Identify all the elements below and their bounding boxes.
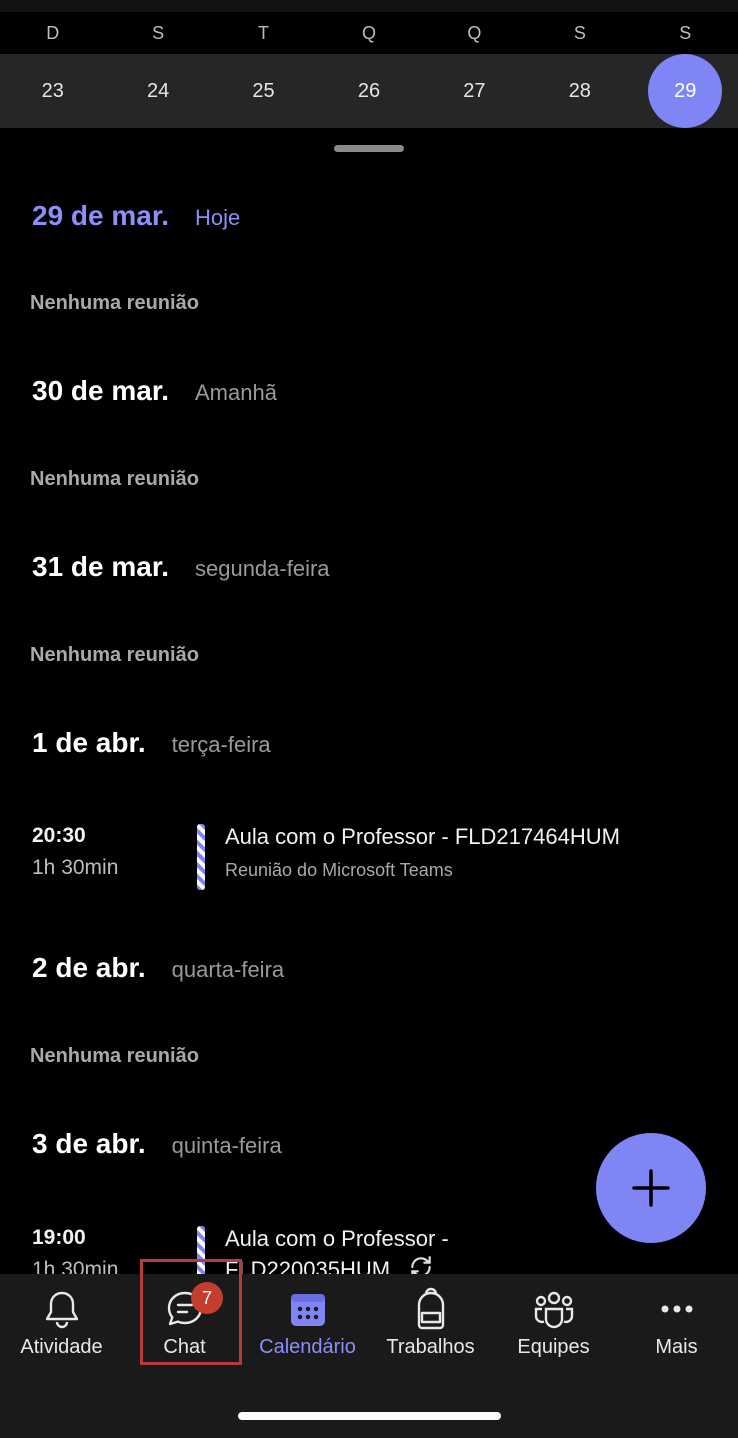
no-meetings-text: Nenhuma reunião bbox=[30, 292, 199, 314]
weekday-mon: S bbox=[152, 23, 165, 43]
day-label: segunda-feira bbox=[194, 556, 330, 581]
day-label: terça-feira bbox=[171, 732, 271, 757]
meeting-subtitle: Reunião do Microsoft Teams bbox=[225, 860, 453, 880]
day-date: 31 de mar. bbox=[32, 551, 169, 582]
day-date: 29 de mar. bbox=[32, 200, 169, 231]
chat-highlight-box bbox=[140, 1259, 242, 1365]
nav-item-equipes[interactable]: Equipes bbox=[492, 1274, 615, 1374]
no-meetings-text: Nenhuma reunião bbox=[30, 468, 199, 490]
meeting-color-bar bbox=[197, 824, 205, 890]
more-icon bbox=[656, 1288, 698, 1330]
agenda-list: 29 de mar. Hoje Nenhuma reunião 30 de ma… bbox=[0, 160, 738, 1274]
day-label: Hoje bbox=[194, 205, 241, 230]
weekday-sun: D bbox=[46, 23, 60, 43]
meeting-item[interactable]: 19:00 1h 30min Aula com o Professor - FL… bbox=[32, 1226, 712, 1274]
nav-label: Atividade bbox=[20, 1336, 103, 1358]
weekday-sat: S bbox=[679, 23, 692, 43]
day-header: 30 de mar. Amanhã bbox=[32, 375, 712, 407]
date-cell-selected[interactable]: 29 bbox=[633, 54, 738, 128]
calendar-screen: D S T Q Q S S 23 24 25 26 27 28 29 29 de… bbox=[0, 0, 738, 1438]
meeting-item[interactable]: 20:30 1h 30min Aula com o Professor - FL… bbox=[32, 824, 712, 904]
date-number[interactable]: 25 bbox=[227, 54, 301, 128]
day-label: Amanhã bbox=[194, 380, 277, 405]
date-number[interactable]: 28 bbox=[543, 54, 617, 128]
week-strip: D S T Q Q S S 23 24 25 26 27 28 29 bbox=[0, 0, 738, 128]
date-cell[interactable]: 23 bbox=[0, 54, 105, 128]
no-meetings-text: Nenhuma reunião bbox=[30, 644, 199, 666]
day-label: quinta-feira bbox=[171, 1133, 282, 1158]
day-date: 3 de abr. bbox=[32, 1128, 146, 1159]
selected-date[interactable]: 29 bbox=[648, 54, 723, 128]
date-number[interactable]: 23 bbox=[16, 54, 90, 128]
date-cell[interactable]: 26 bbox=[316, 54, 421, 128]
date-number[interactable]: 26 bbox=[332, 54, 406, 128]
nav-item-trabalhos[interactable]: Trabalhos bbox=[369, 1274, 492, 1374]
nav-item-atividade[interactable]: Atividade bbox=[0, 1274, 123, 1374]
date-row: 23 24 25 26 27 28 29 bbox=[0, 54, 738, 128]
nav-label: Mais bbox=[655, 1336, 698, 1358]
date-cell[interactable]: 25 bbox=[211, 54, 316, 128]
meeting-title: Aula com o Professor - bbox=[225, 1226, 449, 1251]
teams-icon bbox=[533, 1288, 575, 1330]
day-header-today: 29 de mar. Hoje bbox=[32, 200, 712, 232]
date-cell[interactable]: 28 bbox=[527, 54, 632, 128]
backpack-icon bbox=[410, 1287, 452, 1330]
day-header: 1 de abr. terça-feira bbox=[32, 727, 712, 759]
nav-label: Trabalhos bbox=[386, 1336, 475, 1358]
home-indicator[interactable] bbox=[238, 1412, 501, 1420]
day-date: 30 de mar. bbox=[32, 375, 169, 406]
nav-label: Calendário bbox=[259, 1336, 356, 1358]
day-date: 2 de abr. bbox=[32, 952, 146, 983]
day-header: 31 de mar. segunda-feira bbox=[32, 551, 712, 583]
date-number[interactable]: 27 bbox=[437, 54, 511, 128]
date-cell[interactable]: 24 bbox=[105, 54, 210, 128]
day-date: 1 de abr. bbox=[32, 727, 146, 758]
meeting-duration: 1h 30min bbox=[32, 856, 119, 879]
nav-label: Equipes bbox=[517, 1336, 590, 1358]
nav-item-mais[interactable]: Mais bbox=[615, 1274, 738, 1374]
nav-item-calendario[interactable]: Calendário bbox=[246, 1274, 369, 1374]
meeting-time: 20:30 bbox=[32, 824, 86, 847]
weekday-fri: S bbox=[573, 23, 586, 43]
meeting-title: Aula com o Professor - FLD217464HUM bbox=[225, 824, 620, 849]
meeting-title-line2: FLD220035HUM bbox=[225, 1254, 434, 1274]
weekday-row: D S T Q Q S S bbox=[0, 12, 738, 54]
top-bar bbox=[0, 0, 738, 12]
weekday-wed: Q bbox=[361, 23, 376, 43]
drag-handle[interactable] bbox=[334, 145, 404, 152]
weekday-tue: T bbox=[258, 23, 270, 43]
bell-icon bbox=[41, 1288, 83, 1330]
meeting-code: FLD220035HUM bbox=[225, 1257, 391, 1274]
plus-icon bbox=[632, 1169, 670, 1207]
date-cell[interactable]: 27 bbox=[422, 54, 527, 128]
meeting-duration: 1h 30min bbox=[32, 1258, 119, 1274]
weekday-thu: Q bbox=[467, 23, 482, 43]
calendar-icon bbox=[287, 1288, 329, 1330]
add-event-button[interactable] bbox=[596, 1133, 706, 1243]
recurring-icon bbox=[408, 1254, 434, 1274]
day-header: 2 de abr. quarta-feira bbox=[32, 952, 712, 984]
meeting-time: 19:00 bbox=[32, 1226, 86, 1249]
no-meetings-text: Nenhuma reunião bbox=[30, 1045, 199, 1067]
day-label: quarta-feira bbox=[171, 957, 285, 982]
date-number[interactable]: 24 bbox=[121, 54, 195, 128]
